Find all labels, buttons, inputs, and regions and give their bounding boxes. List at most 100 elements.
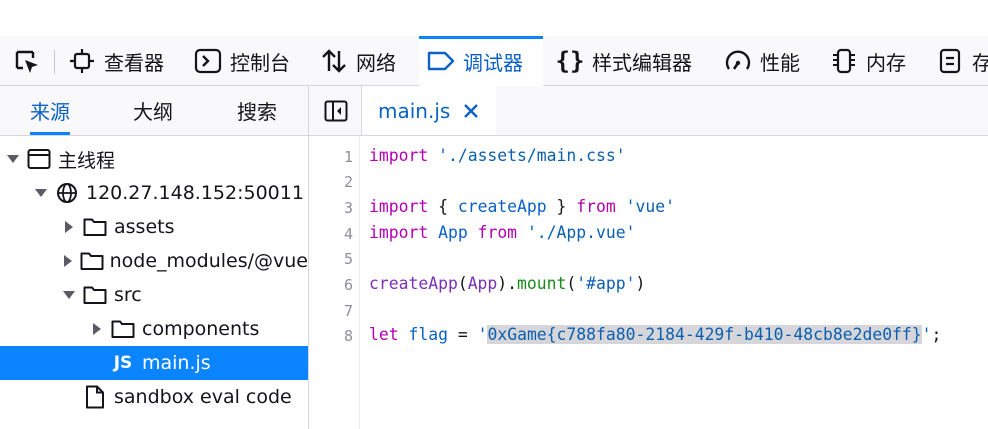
line-number[interactable]: 6 [313,276,353,294]
line-number[interactable]: 1 [313,148,353,166]
tab-label: 内存 [866,50,906,75]
code-line-8: let flag = '0xGame{c788fa80-2184-429f-b4… [369,325,941,344]
identifier: createApp [457,197,547,216]
line-number[interactable]: 2 [313,173,353,191]
toggle-sources-pane-button[interactable] [323,99,349,123]
chevron-down-icon[interactable] [34,186,48,200]
tree-item-components[interactable]: components [0,312,308,346]
inspector-icon [66,45,98,77]
tab-inspector[interactable]: 查看器 [66,36,164,86]
debugger-icon [425,45,457,77]
storage-icon [934,45,966,77]
tree-item-label: sandbox eval code [114,386,292,408]
tab-debugger[interactable]: 调试器 [419,36,543,86]
folder-icon [110,317,136,341]
tab-label: 控制台 [230,50,290,75]
folder-icon [80,249,104,273]
tab-outline[interactable]: 大纲 [133,86,173,135]
code-line-3: import { createApp } from 'vue' [369,197,675,216]
keyword: import [369,223,429,242]
chevron-right-icon[interactable] [62,254,74,268]
tree-item-label: assets [114,216,175,238]
tab-label: 样式编辑器 [592,50,692,75]
code-line-4: import App from './App.vue' [369,223,636,242]
line-number[interactable]: 5 [313,250,353,268]
tree-item-label: src [114,284,142,306]
tree-item-main-js[interactable]: JS main.js [0,346,308,380]
tab-performance[interactable]: 性能 [722,36,800,86]
chevron-right-icon[interactable] [90,322,104,336]
punctuation: ( [457,274,468,293]
window-icon [26,147,52,171]
operator: = [457,325,468,344]
punctuation: ( [566,274,577,293]
tree-item-src[interactable]: src [0,278,308,312]
function-name: createApp [369,274,458,293]
memory-icon [828,45,860,77]
editor-tab-main-js[interactable]: main.js [362,86,497,135]
string-literal: './assets/main.css' [438,146,626,165]
element-picker-icon [15,50,38,73]
identifier: App [467,274,498,293]
line-number[interactable]: 4 [313,225,353,243]
tree-item-label: node_modules/@vue [109,250,308,272]
chevron-down-icon[interactable] [6,152,20,166]
line-number[interactable]: 8 [313,327,353,345]
tab-label: 存 [972,50,988,75]
tab-sources[interactable]: 来源 [30,86,70,135]
tab-memory[interactable]: 内存 [828,36,906,86]
tree-item-sandbox-eval[interactable]: sandbox eval code [0,380,308,414]
folder-icon [82,283,108,307]
tab-style-editor[interactable]: {} 样式编辑器 [554,36,692,86]
network-icon [318,45,350,77]
tree-item-main-thread[interactable]: 主线程 [0,142,308,176]
chevron-right-icon[interactable] [62,220,76,234]
keyword: from [576,197,616,216]
tab-label: 查看器 [104,50,164,75]
folder-icon [82,215,108,239]
tab-storage[interactable]: 存 [934,36,988,86]
identifier: App [438,223,468,242]
tab-network[interactable]: 网络 [318,36,396,86]
close-icon[interactable] [462,102,480,120]
style-editor-icon: {} [555,47,585,75]
tree-item-label: 主线程 [58,149,116,172]
tree-item-host[interactable]: 120.27.148.152:50011 [0,176,308,210]
tab-search[interactable]: 搜索 [237,86,277,135]
punctuation: ; [931,325,942,344]
string-literal: '#app' [576,274,636,293]
tab-console[interactable]: 控制台 [192,36,290,86]
editor-tab-label: main.js [378,98,451,123]
sources-tabs: 来源 大纲 搜索 [0,86,308,136]
line-number[interactable]: 7 [313,302,353,320]
punctuation: ) [635,274,646,293]
element-picker-button[interactable] [10,46,44,78]
selected-flag-text[interactable]: 0xGame{c788fa80-2184-429f-b410-48cb8e2de… [487,325,922,344]
chevron-down-icon[interactable] [62,288,76,302]
keyword: import [369,197,429,216]
variable-name: flag [408,325,448,344]
globe-icon [54,181,80,205]
tab-label: 网络 [356,50,396,75]
string-quote: ' [921,325,932,344]
code-line-1: import './assets/main.css' [369,146,626,165]
devtools-toolbar: 查看器 控制台 网络 调试器 {} 样式编辑器 性能 内存 存 [0,36,988,86]
keyword: from [477,223,518,242]
code-editor[interactable]: 1 2 3 4 5 6 7 8 import './assets/main.cs… [309,136,988,429]
tab-label: 调试器 [463,50,523,75]
line-number[interactable]: 3 [313,199,353,217]
tree-item-node-modules[interactable]: node_modules/@vue [0,244,308,278]
tree-item-label: 120.27.148.152:50011 [86,182,304,204]
js-file-icon: JS [113,353,133,373]
string-literal: 'vue' [625,197,675,216]
keyword: import [369,146,429,165]
file-icon [82,385,108,409]
string-quote: ' [477,325,488,344]
punctuation: { [438,197,448,216]
method-name: mount [517,274,567,293]
tree-item-assets[interactable]: assets [0,210,308,244]
punctuation: } [556,197,567,216]
tab-label: 性能 [760,50,800,75]
code-line-6: createApp(App).mount('#app') [369,274,645,293]
keyword: let [369,325,399,344]
